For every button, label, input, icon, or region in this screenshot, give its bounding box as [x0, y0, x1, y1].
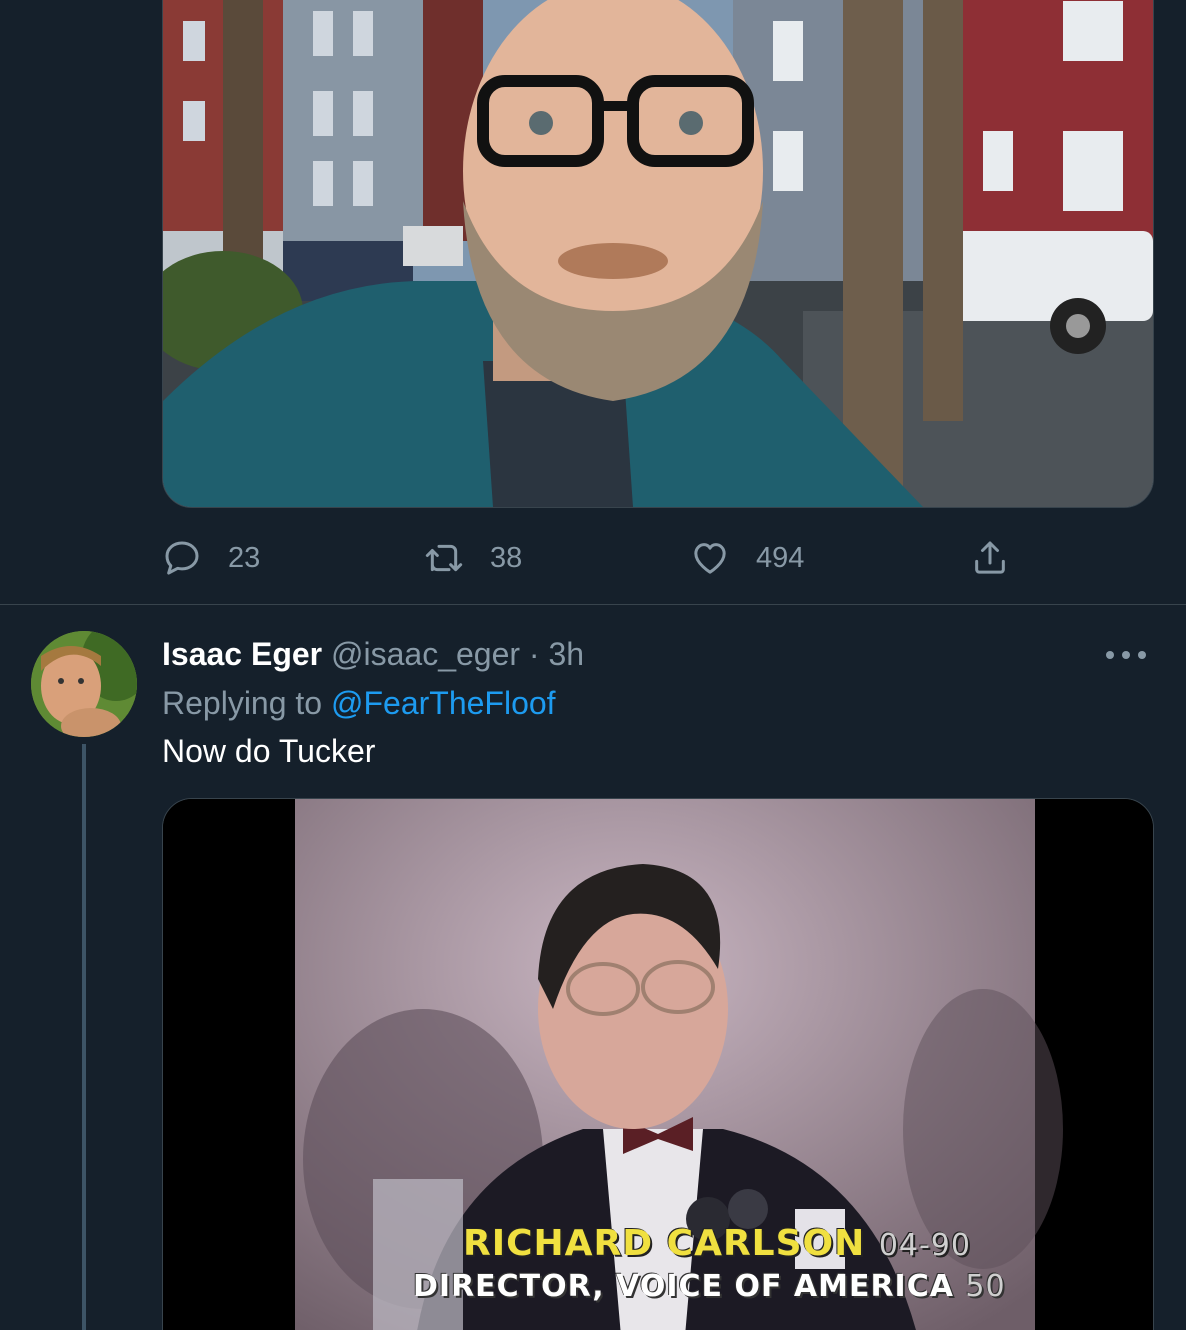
reply-icon: [165, 541, 199, 575]
author-name[interactable]: Isaac Eger: [162, 636, 322, 672]
video-caption-title: DIRECTOR, VOICE OF AMERICA 50: [413, 1269, 1006, 1304]
share-icon: [975, 541, 1005, 574]
separator-dot: ·: [528, 636, 540, 672]
author-handle[interactable]: @isaac_eger: [331, 636, 520, 672]
thread-line: [82, 744, 86, 1330]
avatar[interactable]: [31, 631, 137, 737]
retweet-count: 38: [490, 541, 523, 574]
more-dot-icon: [1138, 651, 1146, 659]
tweet-divider: [0, 604, 1186, 605]
avatar-photo: [31, 631, 137, 737]
replying-to-link[interactable]: @FearTheFloof: [331, 685, 556, 721]
video-caption-name: RICHARD CARLSON 04-90: [463, 1223, 971, 1264]
selfie-photo: [163, 0, 1153, 507]
tweet-photo[interactable]: [162, 0, 1154, 508]
heart-icon: [694, 543, 726, 574]
more-options-button[interactable]: [1106, 640, 1146, 670]
reply-button[interactable]: 23: [162, 530, 260, 586]
tweet-text: Now do Tucker: [162, 733, 376, 769]
caption-code-1: 04-90: [878, 1228, 971, 1263]
timeline: 23 38 494 Isaac Eger @isaac_eger · 3h Re…: [0, 0, 1186, 1330]
tweet-actions: 23 38 494: [162, 530, 1042, 586]
replying-to: Replying to @FearTheFloof: [162, 681, 556, 725]
caption-code-2: 50: [965, 1269, 1006, 1304]
more-dot-icon: [1106, 651, 1114, 659]
tweet-header: Isaac Eger @isaac_eger · 3h: [162, 632, 584, 676]
caption-title-text: DIRECTOR, VOICE OF AMERICA: [413, 1269, 954, 1304]
like-button[interactable]: 494: [690, 530, 804, 586]
tweet-timestamp[interactable]: 3h: [548, 636, 584, 672]
share-button[interactable]: [970, 530, 1010, 586]
retweet-button[interactable]: 38: [424, 530, 522, 586]
replying-label: Replying to: [162, 685, 323, 721]
tweet-video[interactable]: RICHARD CARLSON 04-90 DIRECTOR, VOICE OF…: [162, 798, 1154, 1330]
retweet-icon: [425, 544, 463, 572]
reply-count: 23: [228, 541, 261, 574]
caption-name-text: RICHARD CARLSON: [463, 1223, 866, 1264]
more-dot-icon: [1122, 651, 1130, 659]
like-count: 494: [756, 541, 805, 574]
